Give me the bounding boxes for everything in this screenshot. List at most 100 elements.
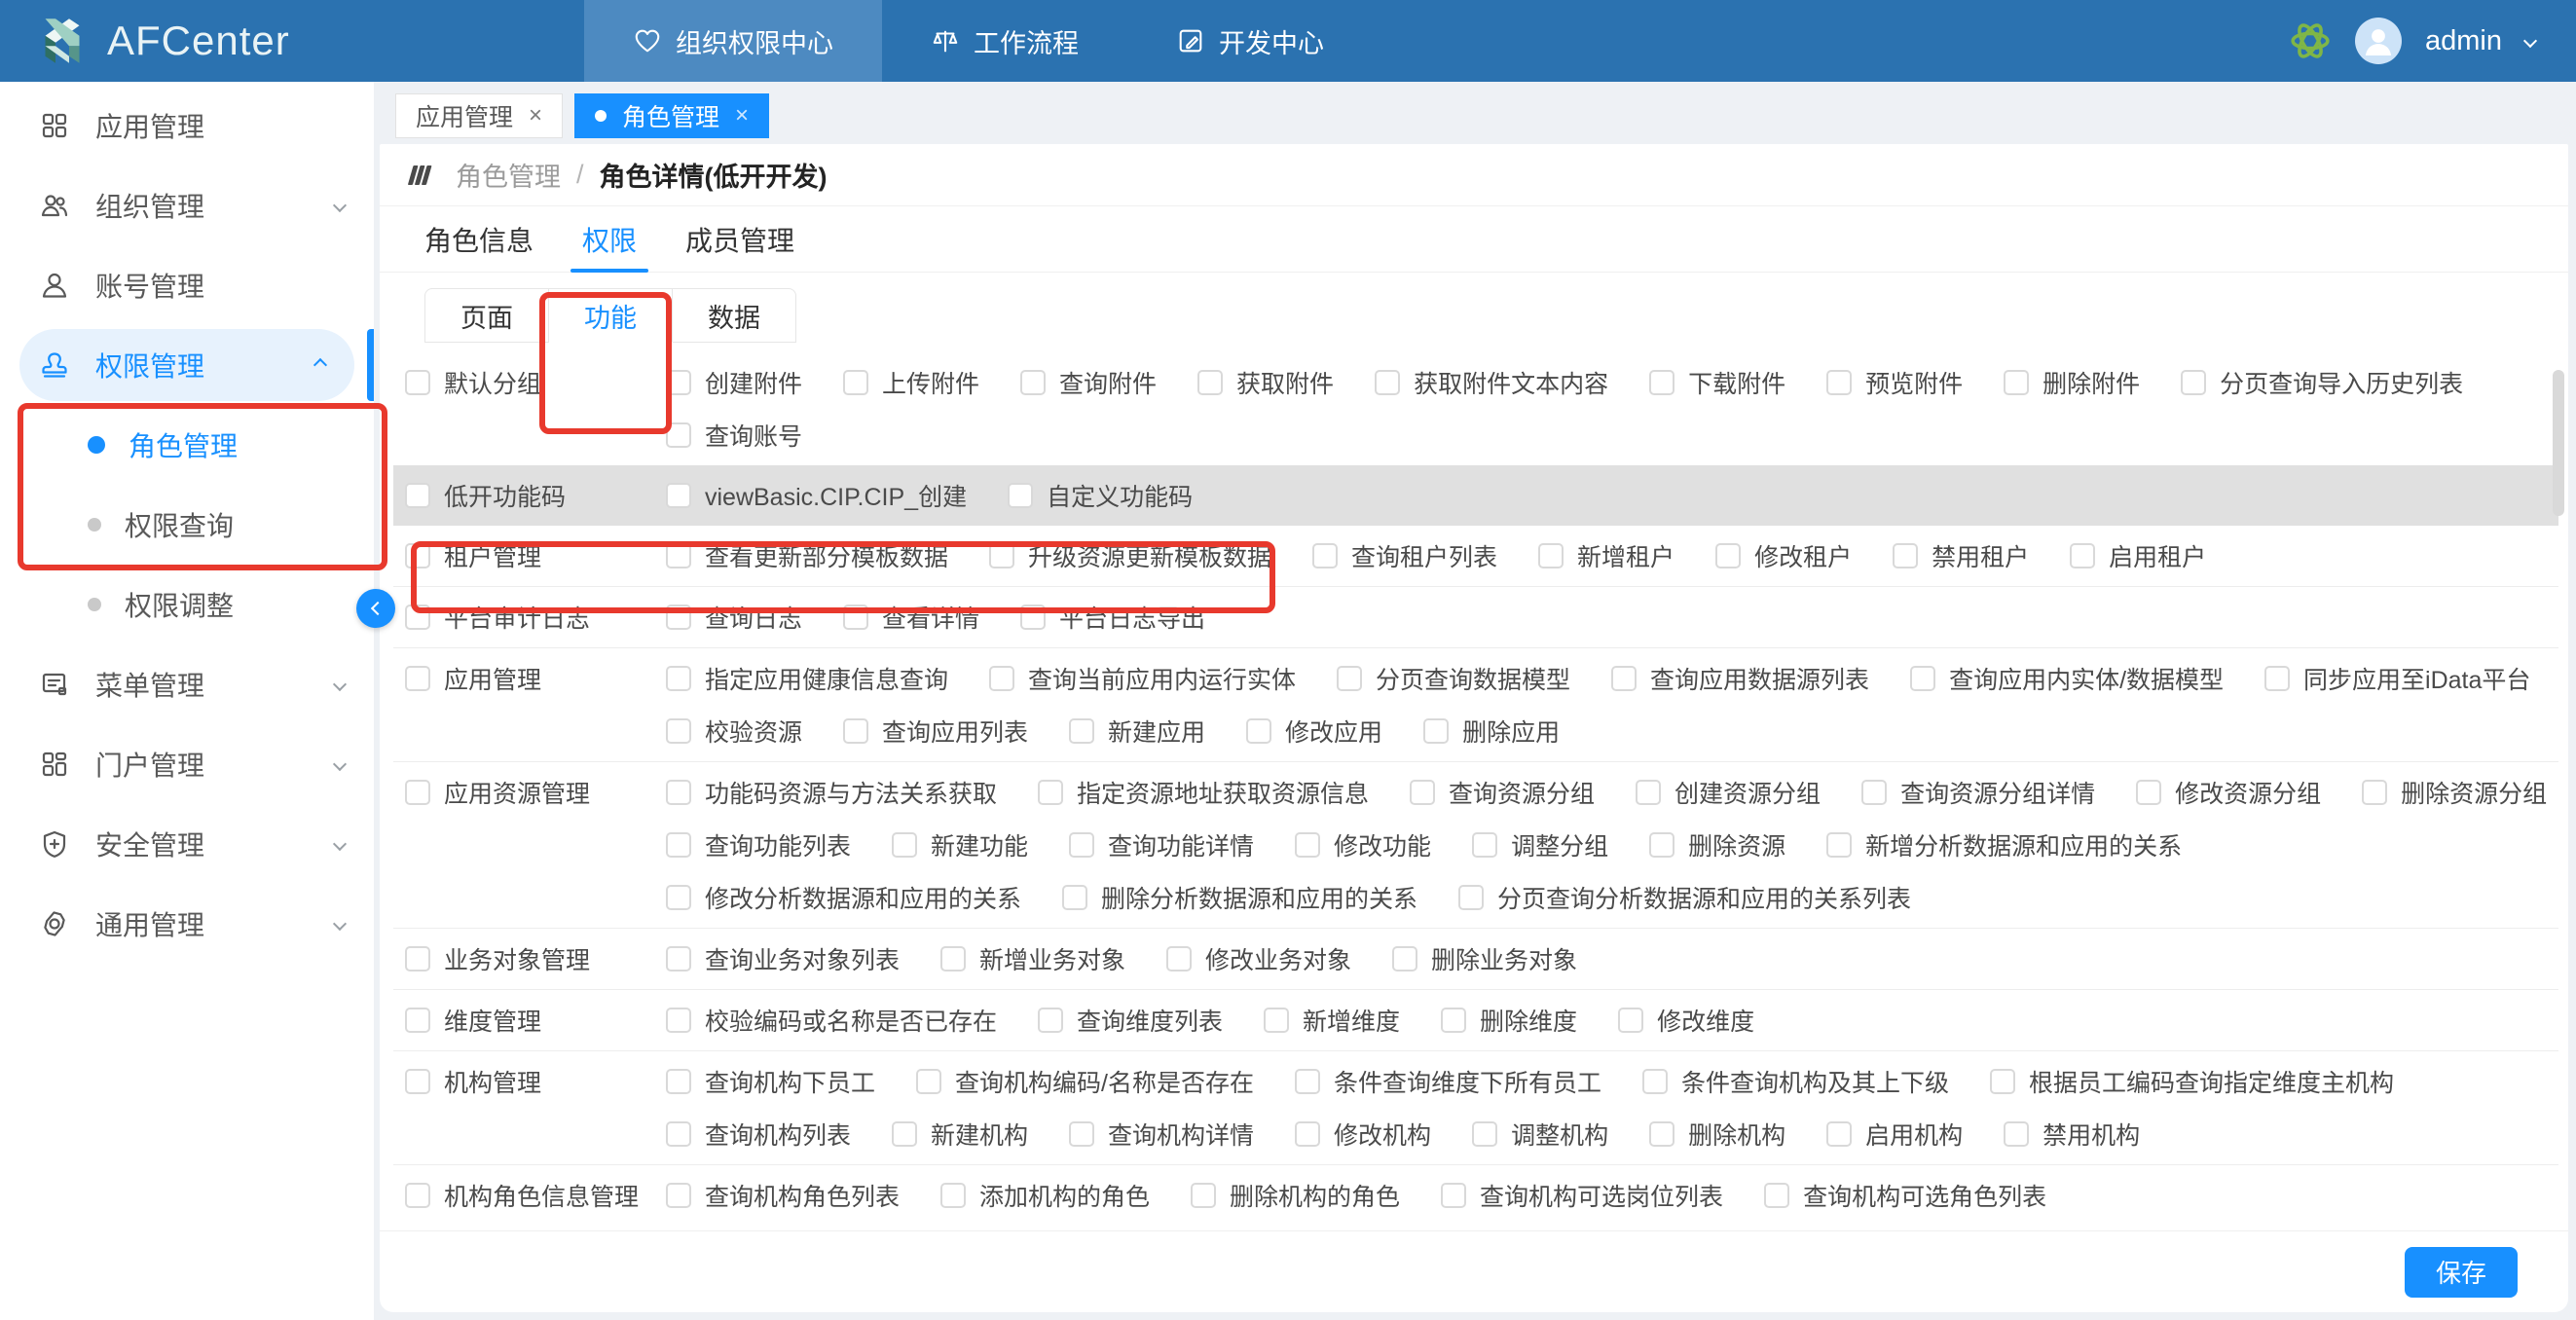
permission-checkbox[interactable]: 指定资源地址获取资源信息	[1038, 775, 1369, 810]
checkbox[interactable]	[1649, 832, 1674, 858]
tab-member-management[interactable]: 成员管理	[685, 206, 794, 272]
checkbox[interactable]	[1441, 1008, 1466, 1033]
checkbox[interactable]	[1020, 370, 1046, 395]
permission-checkbox[interactable]: 新建应用	[1069, 714, 1205, 749]
checkbox[interactable]	[1441, 1183, 1466, 1208]
checkbox[interactable]	[405, 605, 430, 630]
close-icon[interactable]: ×	[735, 104, 749, 128]
permission-checkbox[interactable]: 下载附件	[1649, 365, 1785, 400]
permission-checkbox[interactable]: 查询日志	[666, 600, 802, 635]
checkbox[interactable]	[666, 885, 691, 910]
checkbox[interactable]	[940, 1183, 966, 1208]
group-checkbox[interactable]: 租户管理	[405, 538, 541, 573]
close-icon[interactable]: ×	[529, 104, 542, 128]
checkbox[interactable]	[1910, 666, 1935, 691]
checkbox[interactable]	[666, 1183, 691, 1208]
perm-tab-function[interactable]: 功能	[549, 288, 673, 343]
checkbox[interactable]	[2181, 370, 2206, 395]
permission-checkbox[interactable]: 上传附件	[843, 365, 979, 400]
checkbox[interactable]	[1715, 543, 1741, 568]
group-checkbox[interactable]: 默认分组	[405, 365, 541, 400]
permission-checkbox[interactable]: 分页查询导入历史列表	[2181, 365, 2463, 400]
permission-checkbox[interactable]: 查询资源分组	[1410, 775, 1595, 810]
checkbox[interactable]	[666, 832, 691, 858]
checkbox[interactable]	[405, 1069, 430, 1094]
breadcrumb-root[interactable]: 角色管理	[456, 156, 561, 194]
scrollbar-thumb[interactable]	[2553, 370, 2564, 516]
permission-checkbox[interactable]: 根据员工编码查询指定维度主机构	[1990, 1064, 2394, 1099]
permission-checkbox[interactable]: 平台日志导出	[1020, 600, 1205, 635]
checkbox[interactable]	[843, 370, 868, 395]
group-checkbox[interactable]: 机构角色信息管理	[405, 1178, 639, 1213]
checkbox[interactable]	[666, 483, 691, 508]
checkbox[interactable]	[666, 543, 691, 568]
user-avatar[interactable]	[2355, 18, 2402, 64]
checkbox[interactable]	[2264, 666, 2290, 691]
permission-checkbox[interactable]: 查询机构可选岗位列表	[1441, 1178, 1723, 1213]
checkbox[interactable]	[1649, 370, 1674, 395]
sidebar-item-security-management[interactable]: 安全管理	[0, 808, 374, 880]
checkbox[interactable]	[1642, 1069, 1668, 1094]
permission-checkbox[interactable]: 修改维度	[1618, 1003, 1754, 1038]
permission-checkbox[interactable]: 创建附件	[666, 365, 802, 400]
permission-checkbox[interactable]: 调整分组	[1472, 827, 1608, 862]
permission-checkbox[interactable]: 删除资源	[1649, 827, 1785, 862]
group-checkbox[interactable]: 维度管理	[405, 1003, 541, 1038]
group-checkbox[interactable]: 应用资源管理	[405, 775, 590, 810]
checkbox[interactable]	[666, 718, 691, 744]
tab-role-info[interactable]: 角色信息	[424, 206, 534, 272]
permission-checkbox[interactable]: 自定义功能码	[1008, 478, 1193, 513]
permission-checkbox[interactable]: 删除维度	[1441, 1003, 1577, 1038]
perm-tab-page[interactable]: 页面	[424, 288, 549, 343]
permission-checkbox[interactable]: 查询维度列表	[1038, 1003, 1223, 1038]
permission-checkbox[interactable]: 删除资源分组	[2362, 775, 2547, 810]
sidebar-item-general-management[interactable]: 通用管理	[0, 888, 374, 960]
permission-checkbox[interactable]: 同步应用至iData平台	[2264, 661, 2530, 696]
checkbox[interactable]	[1764, 1183, 1789, 1208]
permission-checkbox[interactable]: 新建功能	[892, 827, 1028, 862]
permission-checkbox[interactable]: 查看更新部分模板数据	[666, 538, 948, 573]
username-label[interactable]: admin	[2425, 25, 2502, 57]
checkbox[interactable]	[666, 780, 691, 805]
permission-checkbox[interactable]: 启用机构	[1826, 1117, 1963, 1152]
permission-checkbox[interactable]: 新增维度	[1264, 1003, 1400, 1038]
permission-checkbox[interactable]: 新增租户	[1538, 538, 1674, 573]
checkbox[interactable]	[916, 1069, 941, 1094]
permission-checkbox[interactable]: viewBasic.CIP.CIP_创建	[666, 478, 967, 513]
sidebar-item-app-management[interactable]: 应用管理	[0, 90, 374, 162]
checkbox[interactable]	[405, 370, 430, 395]
permission-checkbox[interactable]: 创建资源分组	[1636, 775, 1821, 810]
permission-checkbox[interactable]: 预览附件	[1826, 365, 1963, 400]
chevron-down-icon[interactable]	[2523, 34, 2537, 48]
checkbox[interactable]	[1472, 1121, 1497, 1147]
checkbox[interactable]	[1038, 1008, 1063, 1033]
checkbox[interactable]	[666, 1069, 691, 1094]
permission-checkbox[interactable]: 条件查询机构及其上下级	[1642, 1064, 1949, 1099]
checkbox[interactable]	[666, 605, 691, 630]
checkbox[interactable]	[1375, 370, 1400, 395]
checkbox[interactable]	[940, 946, 966, 972]
permission-checkbox[interactable]: 获取附件	[1197, 365, 1334, 400]
workspace-tab-role-management[interactable]: 角色管理×	[574, 93, 769, 138]
permission-checkbox[interactable]: 查询功能列表	[666, 827, 851, 862]
permission-checkbox[interactable]: 条件查询维度下所有员工	[1295, 1064, 1601, 1099]
permission-checkbox[interactable]: 升级资源更新模板数据	[989, 538, 1271, 573]
permission-checkbox[interactable]: 删除分析数据源和应用的关系	[1062, 880, 1417, 915]
checkbox[interactable]	[1826, 370, 1852, 395]
permission-checkbox[interactable]: 查询机构编码/名称是否存在	[916, 1064, 1254, 1099]
permission-checkbox[interactable]: 查询机构详情	[1069, 1117, 1254, 1152]
permission-checkbox[interactable]: 查询机构可选角色列表	[1764, 1178, 2046, 1213]
permission-checkbox[interactable]: 调整机构	[1472, 1117, 1608, 1152]
save-button[interactable]: 保存	[2405, 1247, 2518, 1298]
group-checkbox[interactable]: 平台审计日志	[405, 600, 590, 635]
sidebar-item-permission-adjust[interactable]: 权限调整	[0, 568, 374, 641]
sidebar-item-org-management[interactable]: 组织管理	[0, 169, 374, 241]
checkbox[interactable]	[1295, 832, 1320, 858]
permission-checkbox[interactable]: 新建机构	[892, 1117, 1028, 1152]
checkbox[interactable]	[2136, 780, 2161, 805]
permission-checkbox[interactable]: 修改业务对象	[1166, 941, 1351, 976]
permission-checkbox[interactable]: 指定应用健康信息查询	[666, 661, 948, 696]
checkbox[interactable]	[1295, 1121, 1320, 1147]
checkbox[interactable]	[666, 1121, 691, 1147]
nav-workflow[interactable]: 工作流程	[882, 0, 1127, 82]
